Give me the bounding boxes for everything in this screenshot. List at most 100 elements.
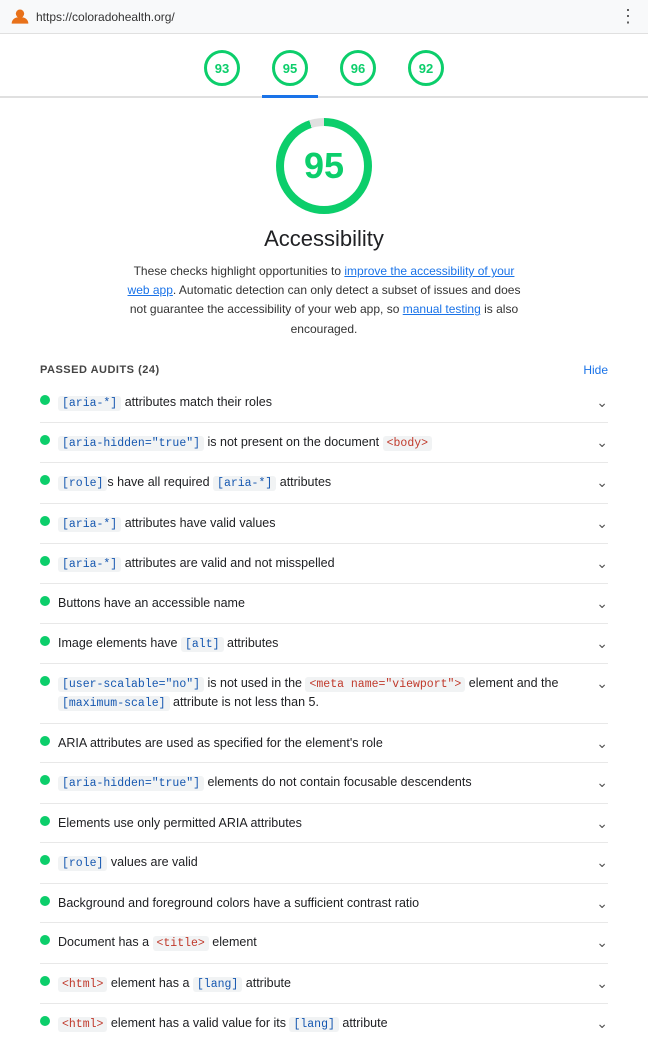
audit-item[interactable]: Image elements have [alt] attributes ⌄	[40, 624, 608, 664]
audit-item-left: [aria-*] attributes have valid values	[40, 514, 590, 533]
link-manual-testing[interactable]: manual testing	[403, 302, 481, 316]
audit-item[interactable]: [role] values are valid ⌄	[40, 843, 608, 883]
pass-dot	[40, 1016, 50, 1026]
pass-dot	[40, 516, 50, 526]
tab-seo[interactable]: 92	[398, 44, 454, 96]
chevron-down-icon: ⌄	[596, 774, 608, 791]
best-practices-score-circle: 96	[340, 50, 376, 86]
audit-item-left: Image elements have [alt] attributes	[40, 634, 590, 653]
pass-dot	[40, 395, 50, 405]
audit-item[interactable]: Background and foreground colors have a …	[40, 884, 608, 924]
pass-dot	[40, 636, 50, 646]
audit-item[interactable]: <html> element has a [lang] attribute ⌄	[40, 964, 608, 1004]
chevron-down-icon: ⌄	[596, 595, 608, 612]
pass-dot	[40, 855, 50, 865]
audit-item[interactable]: [aria-hidden="true"] elements do not con…	[40, 763, 608, 803]
audit-item-left: <html> element has a [lang] attribute	[40, 974, 590, 993]
chevron-down-icon: ⌄	[596, 555, 608, 572]
audit-item[interactable]: [user-scalable="no"] is not used in the …	[40, 664, 608, 724]
audit-item[interactable]: [role]s have all required [aria-*] attri…	[40, 463, 608, 503]
chevron-down-icon: ⌄	[596, 735, 608, 752]
audit-header-title: PASSED AUDITS (24)	[40, 364, 160, 376]
pass-dot	[40, 736, 50, 746]
pass-dot	[40, 935, 50, 945]
score-description: These checks highlight opportunities to …	[124, 262, 524, 339]
tab-accessibility[interactable]: 95	[262, 44, 318, 96]
pass-dot	[40, 775, 50, 785]
audit-item-left: [aria-hidden="true"] is not present on t…	[40, 433, 590, 452]
audit-item-left: Elements use only permitted ARIA attribu…	[40, 814, 590, 833]
audit-item-left: [aria-*] attributes match their roles	[40, 393, 590, 412]
audit-item-text: [aria-hidden="true"] elements do not con…	[58, 773, 472, 792]
chevron-down-icon: ⌄	[596, 815, 608, 832]
url-text: https://coloradohealth.org/	[36, 10, 175, 24]
audit-item-text: [aria-*] attributes are valid and not mi…	[58, 554, 335, 573]
audit-item-text: Elements use only permitted ARIA attribu…	[58, 814, 302, 833]
pass-dot	[40, 676, 50, 686]
chevron-down-icon: ⌄	[596, 434, 608, 451]
audit-item-text: Image elements have [alt] attributes	[58, 634, 278, 653]
desc-text-before: These checks highlight opportunities to	[134, 264, 345, 278]
audit-item-text: [aria-hidden="true"] is not present on t…	[58, 433, 432, 452]
score-arc: 95	[276, 118, 372, 214]
audit-item-left: Buttons have an accessible name	[40, 594, 590, 613]
url-bar: https://coloradohealth.org/	[10, 7, 175, 27]
menu-icon[interactable]: ⋮	[619, 6, 638, 27]
pass-dot	[40, 896, 50, 906]
performance-score-circle: 93	[204, 50, 240, 86]
audit-item-text: Buttons have an accessible name	[58, 594, 245, 613]
audit-item-left: [role]s have all required [aria-*] attri…	[40, 473, 590, 492]
audit-item-text: Background and foreground colors have a …	[58, 894, 419, 913]
audit-item[interactable]: [aria-*] attributes match their roles ⌄	[40, 383, 608, 423]
chevron-down-icon: ⌄	[596, 934, 608, 951]
pass-dot	[40, 475, 50, 485]
chevron-down-icon: ⌄	[596, 515, 608, 532]
pass-dot	[40, 596, 50, 606]
audit-item-text: <html> element has a valid value for its…	[58, 1014, 388, 1033]
tab-performance[interactable]: 93	[194, 44, 250, 96]
chevron-down-icon: ⌄	[596, 474, 608, 491]
pass-dot	[40, 435, 50, 445]
audit-item-left: [user-scalable="no"] is not used in the …	[40, 674, 590, 713]
score-title: Accessibility	[264, 226, 384, 252]
audit-item-left: ARIA attributes are used as specified fo…	[40, 734, 590, 753]
seo-score-circle: 92	[408, 50, 444, 86]
audit-header: PASSED AUDITS (24) Hide	[40, 363, 608, 377]
audit-item-text: [user-scalable="no"] is not used in the …	[58, 674, 590, 713]
chevron-down-icon: ⌄	[596, 675, 608, 692]
chevron-down-icon: ⌄	[596, 895, 608, 912]
tab-scores-row: 93 95 96 92	[0, 34, 648, 98]
audit-item[interactable]: [aria-*] attributes are valid and not mi…	[40, 544, 608, 584]
top-bar: https://coloradohealth.org/ ⋮	[0, 0, 648, 34]
tab-best-practices[interactable]: 96	[330, 44, 386, 96]
audit-item[interactable]: Elements use only permitted ARIA attribu…	[40, 804, 608, 844]
accessibility-score-circle: 95	[272, 50, 308, 86]
hide-button[interactable]: Hide	[583, 363, 608, 377]
chevron-down-icon: ⌄	[596, 975, 608, 992]
main-content: 95 Accessibility These checks highlight …	[0, 98, 648, 1057]
audit-item[interactable]: <html> element has a valid value for its…	[40, 1004, 608, 1043]
audit-item[interactable]: [aria-hidden="true"] is not present on t…	[40, 423, 608, 463]
score-value: 95	[284, 126, 364, 206]
chevron-down-icon: ⌄	[596, 1015, 608, 1032]
audit-item[interactable]: ARIA attributes are used as specified fo…	[40, 724, 608, 764]
audit-item[interactable]: [aria-*] attributes have valid values ⌄	[40, 504, 608, 544]
audit-item[interactable]: Buttons have an accessible name ⌄	[40, 584, 608, 624]
audit-item-text: [role]s have all required [aria-*] attri…	[58, 473, 331, 492]
audit-item-text: [aria-*] attributes match their roles	[58, 393, 272, 412]
audit-item-left: [aria-*] attributes are valid and not mi…	[40, 554, 590, 573]
audit-item[interactable]: Document has a <title> element ⌄	[40, 923, 608, 963]
audit-list: [aria-*] attributes match their roles ⌄ …	[40, 383, 608, 1043]
audit-item-left: [aria-hidden="true"] elements do not con…	[40, 773, 590, 792]
user-icon	[10, 7, 30, 27]
audit-item-text: Document has a <title> element	[58, 933, 257, 952]
audit-item-left: Document has a <title> element	[40, 933, 590, 952]
audit-item-left: <html> element has a valid value for its…	[40, 1014, 590, 1033]
pass-dot	[40, 816, 50, 826]
pass-dot	[40, 556, 50, 566]
audit-item-text: [aria-*] attributes have valid values	[58, 514, 275, 533]
audit-item-text: <html> element has a [lang] attribute	[58, 974, 291, 993]
chevron-down-icon: ⌄	[596, 394, 608, 411]
chevron-down-icon: ⌄	[596, 635, 608, 652]
pass-dot	[40, 976, 50, 986]
